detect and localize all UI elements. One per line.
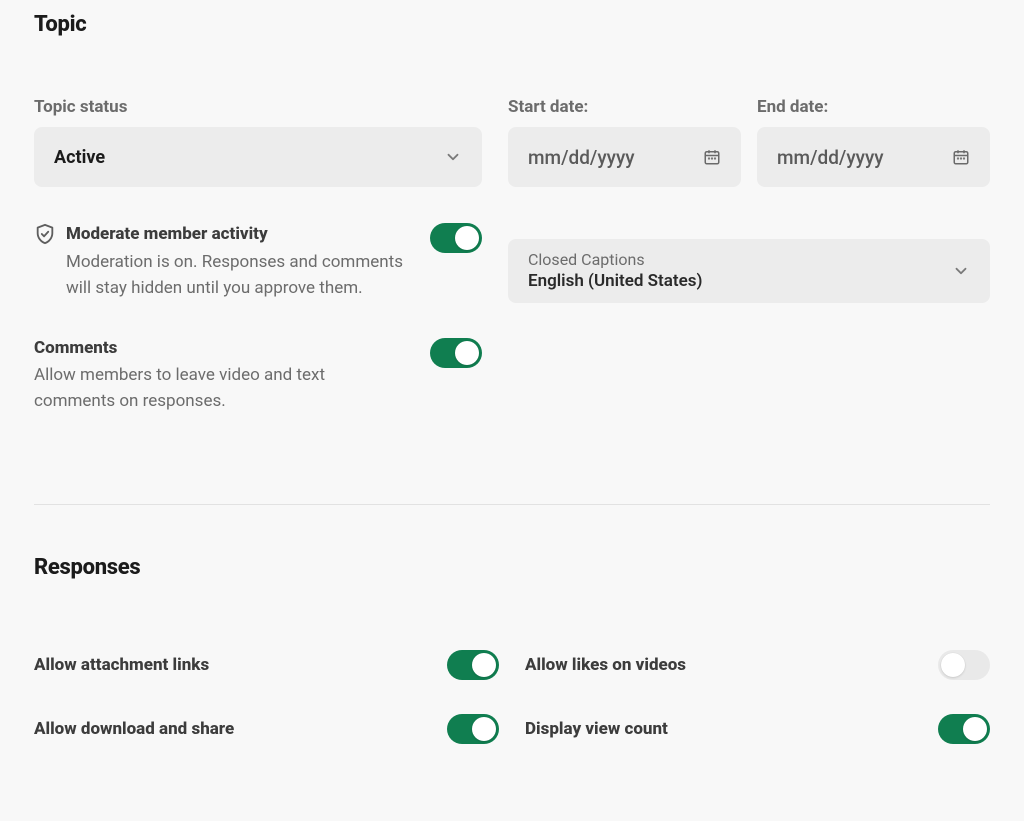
section-divider <box>34 504 990 505</box>
comments-toggle[interactable] <box>430 338 482 368</box>
resp-item-view-count: Display view count <box>525 714 990 744</box>
closed-captions-value: English (United States) <box>528 270 702 292</box>
moderate-setting: Moderate member activity Moderation is o… <box>34 223 482 302</box>
attachment-links-toggle[interactable] <box>447 650 499 680</box>
responses-heading: Responses <box>34 555 990 580</box>
resp-label: Display view count <box>525 719 668 739</box>
moderate-toggle[interactable] <box>430 223 482 253</box>
resp-item-download-share: Allow download and share <box>34 714 499 744</box>
chevron-down-icon <box>952 262 970 280</box>
start-date-placeholder: mm/dd/yyyy <box>528 146 635 169</box>
end-date-placeholder: mm/dd/yyyy <box>777 146 884 169</box>
start-date-label: Start date: <box>508 97 741 117</box>
closed-captions-label: Closed Captions <box>528 250 702 271</box>
comments-setting: Comments Allow members to leave video an… <box>34 338 482 415</box>
end-date-label: End date: <box>757 97 990 117</box>
start-date-input[interactable]: mm/dd/yyyy <box>508 127 741 187</box>
closed-captions-select[interactable]: Closed Captions English (United States) <box>508 239 990 303</box>
comments-title: Comments <box>34 338 117 358</box>
resp-item-attachment-links: Allow attachment links <box>34 650 499 680</box>
shield-check-icon <box>34 223 56 245</box>
resp-label: Allow likes on videos <box>525 655 686 675</box>
end-date-input[interactable]: mm/dd/yyyy <box>757 127 990 187</box>
moderate-desc: Moderation is on. Responses and comments… <box>66 249 410 302</box>
topic-status-label: Topic status <box>34 97 482 117</box>
resp-item-likes: Allow likes on videos <box>525 650 990 680</box>
download-share-toggle[interactable] <box>447 714 499 744</box>
calendar-icon <box>952 148 970 166</box>
moderate-title: Moderate member activity <box>66 224 268 244</box>
calendar-icon <box>703 148 721 166</box>
topic-status-select[interactable]: Active <box>34 127 482 187</box>
comments-desc: Allow members to leave video and text co… <box>34 362 410 415</box>
resp-label: Allow attachment links <box>34 655 209 675</box>
topic-heading: Topic <box>34 12 990 37</box>
chevron-down-icon <box>444 148 462 166</box>
topic-status-value: Active <box>54 147 105 168</box>
view-count-toggle[interactable] <box>938 714 990 744</box>
resp-label: Allow download and share <box>34 719 234 739</box>
likes-toggle[interactable] <box>938 650 990 680</box>
